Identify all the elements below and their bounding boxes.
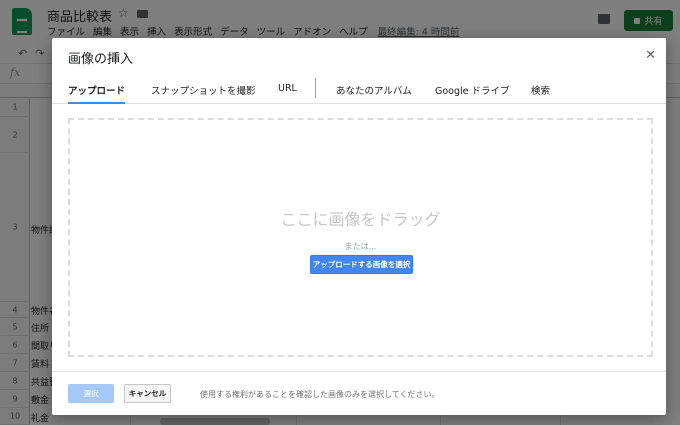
dialog-title: 画像の挿入	[68, 52, 134, 67]
dialog-footer: 選択 キャンセル 使用する権利があることを確認した画像のみを選択してください。	[52, 371, 666, 415]
drop-hint: ここに画像をドラッグ	[280, 210, 441, 229]
choose-upload-button[interactable]: アップロードする画像を選択	[310, 255, 413, 274]
insert-image-dialog: 画像の挿入 ✕ アップロード スナップショットを撮影 URL あなたのアルバム …	[52, 38, 666, 415]
or-text: または...	[344, 242, 377, 251]
drop-zone[interactable]: ここに画像をドラッグ または... アップロードする画像を選択	[68, 118, 653, 357]
tab-search[interactable]: 検索	[531, 83, 550, 103]
cancel-button[interactable]: キャンセル	[124, 384, 171, 403]
tab-divider	[315, 78, 316, 98]
active-tab-indicator	[68, 102, 125, 104]
tab-upload[interactable]: アップロード	[68, 83, 125, 103]
tab-albums[interactable]: あなたのアルバム	[336, 83, 412, 103]
select-button[interactable]: 選択	[68, 384, 114, 403]
close-icon[interactable]: ✕	[645, 48, 656, 63]
tab-google-drive[interactable]: Google ドライブ	[435, 83, 510, 103]
tab-snapshot[interactable]: スナップショットを撮影	[151, 83, 256, 103]
rights-notice: 使用する権利があることを確認した画像のみを選択してください。	[200, 390, 440, 399]
tab-url[interactable]: URL	[278, 83, 297, 103]
